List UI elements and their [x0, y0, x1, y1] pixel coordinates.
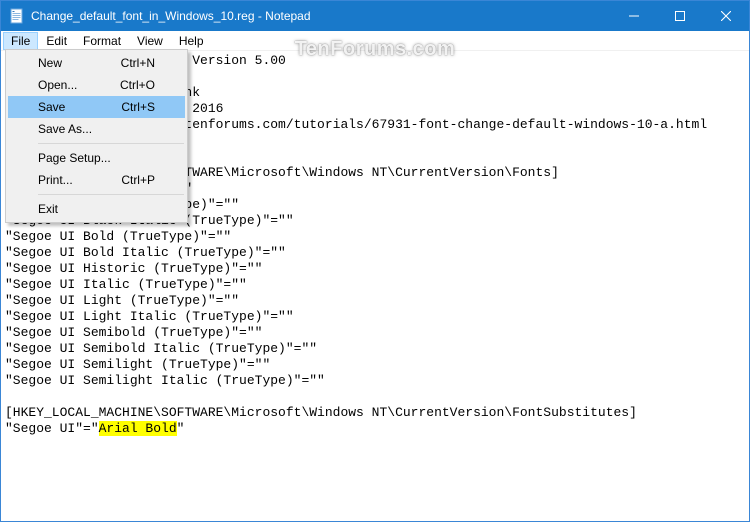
menu-item-label: Page Setup... — [38, 151, 155, 165]
menu-view[interactable]: View — [129, 32, 171, 50]
maximize-button[interactable] — [657, 1, 703, 31]
text-line: "Segoe UI Historic (TrueType)"="" — [5, 261, 262, 276]
menu-separator — [38, 143, 184, 144]
menu-item-save-as[interactable]: Save As... — [8, 118, 185, 140]
close-button[interactable] — [703, 1, 749, 31]
text-line: "Segoe UI Light Italic (TrueType)"="" — [5, 309, 294, 324]
menu-format[interactable]: Format — [75, 32, 129, 50]
menu-item-label: Save As... — [38, 122, 155, 136]
menu-item-exit[interactable]: Exit — [8, 198, 185, 220]
window-controls — [611, 1, 749, 31]
menubar: File Edit Format View Help — [1, 31, 749, 51]
text-line: "Segoe UI Bold (TrueType)"="" — [5, 229, 231, 244]
text-line: "Segoe UI Semilight (TrueType)"="" — [5, 357, 270, 372]
menu-item-open[interactable]: Open... Ctrl+O — [8, 74, 185, 96]
menu-separator — [38, 194, 184, 195]
file-menu-dropdown: New Ctrl+N Open... Ctrl+O Save Ctrl+S Sa… — [5, 49, 188, 223]
menu-item-page-setup[interactable]: Page Setup... — [8, 147, 185, 169]
menu-item-label: Open... — [38, 78, 120, 92]
text-line: "Segoe UI"=" — [5, 421, 99, 436]
menu-item-shortcut: Ctrl+P — [121, 173, 155, 187]
menu-item-label: Save — [38, 100, 121, 114]
menu-item-shortcut: Ctrl+O — [120, 78, 155, 92]
app-icon — [9, 8, 25, 24]
menu-item-save[interactable]: Save Ctrl+S — [8, 96, 185, 118]
text-line: "Segoe UI Semibold (TrueType)"="" — [5, 325, 262, 340]
menu-item-new[interactable]: New Ctrl+N — [8, 52, 185, 74]
text-line: " — [177, 421, 185, 436]
minimize-button[interactable] — [611, 1, 657, 31]
menu-help[interactable]: Help — [171, 32, 212, 50]
menu-item-print[interactable]: Print... Ctrl+P — [8, 169, 185, 191]
titlebar[interactable]: Change_default_font_in_Windows_10.reg - … — [1, 1, 749, 31]
text-line: "Segoe UI Italic (TrueType)"="" — [5, 277, 247, 292]
menu-item-label: New — [38, 56, 121, 70]
menu-item-label: Print... — [38, 173, 121, 187]
text-line: "Segoe UI Semibold Italic (TrueType)"="" — [5, 341, 317, 356]
text-line: "Segoe UI Bold Italic (TrueType)"="" — [5, 245, 286, 260]
menu-item-shortcut: Ctrl+S — [121, 100, 155, 114]
text-line: "Segoe UI Light (TrueType)"="" — [5, 293, 239, 308]
window-title: Change_default_font_in_Windows_10.reg - … — [31, 9, 611, 23]
highlighted-text: Arial Bold — [99, 421, 177, 436]
text-line: [HKEY_LOCAL_MACHINE\SOFTWARE\Microsoft\W… — [5, 405, 637, 420]
menu-edit[interactable]: Edit — [38, 32, 75, 50]
text-line: "Segoe UI Semilight Italic (TrueType)"="… — [5, 373, 325, 388]
menu-item-shortcut: Ctrl+N — [121, 56, 155, 70]
menu-file[interactable]: File — [3, 32, 38, 50]
menu-item-label: Exit — [38, 202, 155, 216]
